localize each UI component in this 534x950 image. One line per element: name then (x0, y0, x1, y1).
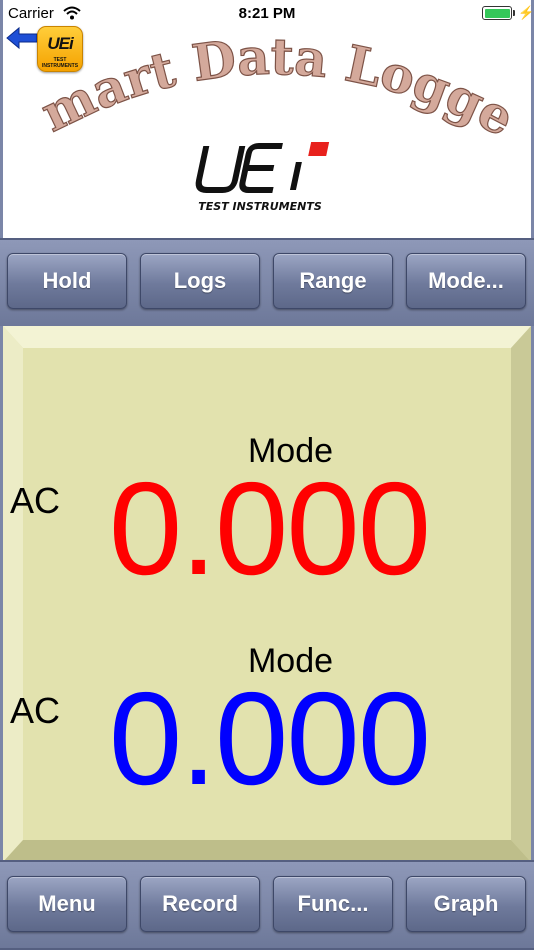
graph-button[interactable]: Graph (406, 876, 526, 932)
bottom-toolbar: Menu Record Func... Graph (0, 860, 534, 950)
function-button[interactable]: Func... (273, 876, 393, 932)
app-header: Smart Data Logger TEST INSTRUMENTS UEi T… (0, 0, 534, 240)
logs-button[interactable]: Logs (140, 253, 260, 309)
battery-tip (513, 10, 515, 16)
app-icon: UEi TEST INSTRUMENTS (37, 26, 83, 72)
secondary-readout: Mode AC 0.000 (3, 636, 531, 846)
logo-subtitle: TEST INSTRUMENTS (198, 200, 322, 213)
meter-display: Mode AC 0.000 Mode AC 0.000 (0, 326, 534, 862)
mode-button[interactable]: Mode... (406, 253, 526, 309)
secondary-value: 0.000 (108, 665, 431, 812)
record-button[interactable]: Record (140, 876, 260, 932)
top-toolbar: Hold Logs Range Mode... (0, 238, 534, 328)
primary-readout: Mode AC 0.000 (3, 426, 531, 636)
app-title: Smart Data Logger (23, 20, 523, 149)
hold-button[interactable]: Hold (7, 253, 127, 309)
menu-button[interactable]: Menu (7, 876, 127, 932)
uei-logo: TEST INSTRUMENTS (195, 142, 330, 213)
clock: 8:21 PM (238, 5, 296, 22)
svg-text:Smart Data Logger: Smart Data Logger (23, 20, 523, 148)
primary-ac-label: AC (10, 480, 61, 521)
secondary-ac-label: AC (10, 690, 61, 731)
charging-icon: ⚡ (518, 5, 534, 20)
primary-value: 0.000 (108, 455, 431, 602)
range-button[interactable]: Range (273, 253, 393, 309)
status-bar: Carrier 8:21 PM ⚡ (0, 0, 534, 28)
battery-icon (482, 6, 512, 20)
back-arrow-icon (6, 26, 38, 50)
